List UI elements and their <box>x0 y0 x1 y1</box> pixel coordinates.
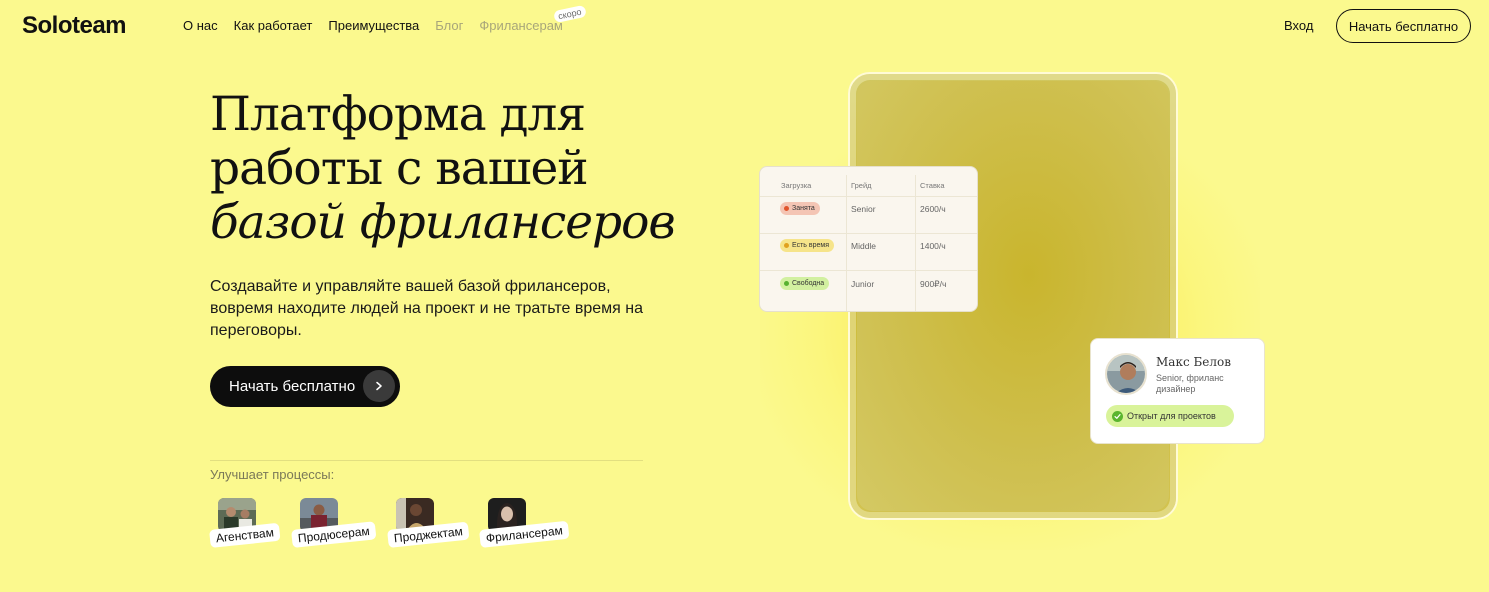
soon-badge: скоро <box>553 4 587 24</box>
hero-title-line-2: работы с вашей <box>210 141 589 196</box>
table-header-load: Загрузка <box>781 181 812 190</box>
nav-about[interactable]: О нас <box>183 18 218 33</box>
nav-advantages[interactable]: Преимущества <box>328 18 419 33</box>
table-header-grade: Грейд <box>851 181 872 190</box>
role-producers[interactable]: Продюсерам <box>291 498 377 548</box>
login-link[interactable]: Вход <box>1284 18 1313 33</box>
freelancer-profile-card: Макс Белов Senior, фриланс дизайнер Откр… <box>1090 338 1265 444</box>
table-cell-grade: Middle <box>851 241 877 251</box>
status-pill-has-time: Есть время <box>780 239 834 252</box>
status-pill-busy: Занята <box>780 202 820 215</box>
status-dot <box>784 243 789 248</box>
profile-name: Макс Белов <box>1156 355 1231 369</box>
status-pill-label: Занята <box>792 205 815 212</box>
status-pill-label: Свободна <box>792 280 825 287</box>
nav-freelancers[interactable]: Фрилансерам <box>479 18 563 33</box>
role-freelancers[interactable]: Фрилансерам <box>479 498 570 548</box>
table-row-divider <box>760 196 977 197</box>
table-cell-rate: 900₽/ч <box>920 279 947 289</box>
status-pill-free: Свободна <box>780 277 830 290</box>
freelancer-table-card: Загрузка Грейд Ставка Занята Senior 2600… <box>759 166 978 312</box>
chevron-right-icon <box>363 370 395 402</box>
improves-label: Улучшает процессы: <box>210 467 335 482</box>
avatar <box>1105 353 1147 395</box>
nav-how-it-works[interactable]: Как работает <box>234 18 313 33</box>
nav-freelancers-wrap: Фрилансерам скоро <box>479 4 587 33</box>
logo[interactable]: Soloteam <box>22 12 127 40</box>
hero-description: Создавайте и управляйте вашей базой фрил… <box>210 278 643 339</box>
table-row-divider <box>760 233 977 234</box>
role-project-managers[interactable]: Проджектам <box>387 498 470 548</box>
status-dot <box>784 206 789 211</box>
profile-role: Senior, фриланс дизайнер <box>1156 373 1224 394</box>
check-icon <box>1112 410 1123 422</box>
divider <box>210 460 643 461</box>
table-cell-rate: 1400/ч <box>920 241 946 251</box>
role-agencies[interactable]: Агенствам <box>209 498 281 548</box>
hero-start-free-button[interactable]: Начать бесплатно <box>210 366 400 407</box>
table-cell-rate: 2600/ч <box>920 204 946 214</box>
status-pill-label: Есть время <box>792 242 829 249</box>
roles-list: Агенствам Продюсерам Проджектам Фрилансе… <box>209 498 590 558</box>
table-header-rate: Ставка <box>920 181 945 190</box>
profile-status-badge: Открыт для проектов <box>1106 405 1234 427</box>
hero-title-line-3: базой фрилансеров <box>210 195 676 250</box>
hero-cta-label: Начать бесплатно <box>229 378 356 395</box>
header-start-free-button[interactable]: Начать бесплатно <box>1336 9 1471 43</box>
table-cell-grade: Junior <box>851 279 875 289</box>
profile-status-label: Открыт для проектов <box>1127 411 1216 421</box>
table-row-divider <box>760 270 977 271</box>
main-nav: О нас Как работает Преимущества Блог Фри… <box>183 4 587 33</box>
table-cell-grade: Senior <box>851 204 876 214</box>
nav-blog[interactable]: Блог <box>435 18 463 33</box>
hero-title: Платформа для работы с вашей базой фрила… <box>210 87 676 250</box>
status-dot <box>784 281 789 286</box>
hero-title-line-1: Платформа для <box>210 87 586 142</box>
